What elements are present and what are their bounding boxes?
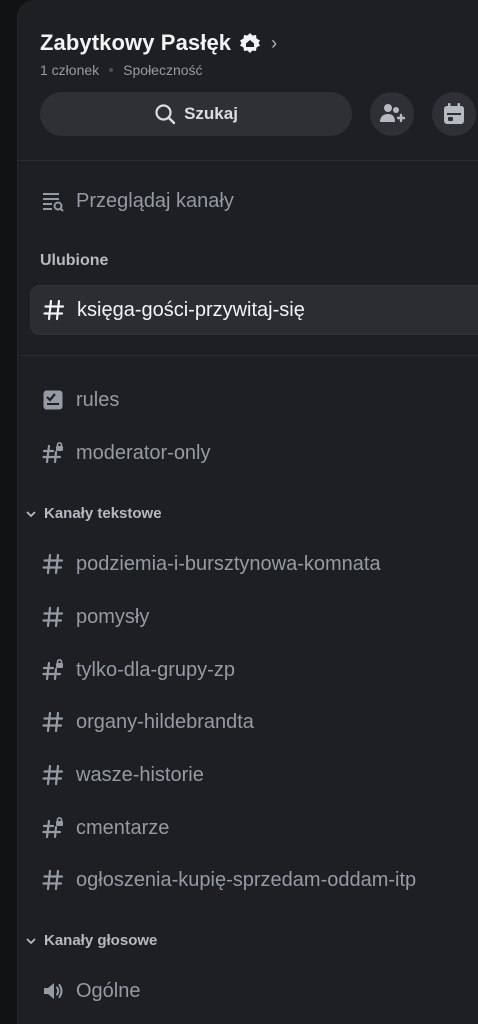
channel-ogolne-voice[interactable]: Ogólne <box>30 971 478 1011</box>
browse-channels[interactable]: Przeglądaj kanały <box>30 181 478 221</box>
channel-tylko-dla-grupy-zp[interactable]: tylko-dla-grupy-zp <box>30 650 478 690</box>
hash-icon <box>42 764 64 786</box>
hash-lock-icon <box>42 659 64 681</box>
browse-channels-icon <box>42 190 64 212</box>
category-text-channels[interactable]: Kanały tekstowe <box>24 505 162 522</box>
channel-name: organy-hildebrandta <box>76 710 254 733</box>
rules-icon <box>42 389 64 411</box>
add-member-icon <box>380 104 405 123</box>
hash-lock-icon <box>42 442 64 464</box>
search-label: Szukaj <box>184 104 238 123</box>
category-voice-channels[interactable]: Kanały głosowe <box>24 932 157 949</box>
chevron-down-icon <box>24 507 38 521</box>
channel-ogloszenia[interactable]: ogłoszenia-kupię-sprzedam-oddam-itp <box>30 860 478 900</box>
community-badge-icon <box>239 32 261 54</box>
events-button[interactable] <box>432 92 476 136</box>
channel-name: Ogólne <box>76 979 141 1002</box>
community-label: Społeczność <box>123 62 203 78</box>
chevron-down-icon <box>24 934 38 948</box>
favorites-heading: Ulubione <box>40 252 109 269</box>
calendar-icon <box>444 103 464 124</box>
channel-rules[interactable]: rules <box>30 380 478 420</box>
invite-members-button[interactable] <box>370 92 414 136</box>
search-icon <box>155 104 176 125</box>
member-count: 1 członek <box>40 62 100 78</box>
channel-ksiega-gosci[interactable]: księga-gości-przywitaj-się <box>30 285 478 335</box>
channel-name: tylko-dla-grupy-zp <box>76 658 235 681</box>
favorites-divider <box>18 355 478 356</box>
server-sidebar: Zabytkowy Pasłęk › 1 członek Społeczność… <box>17 0 478 1024</box>
channel-name: moderator-only <box>76 441 211 464</box>
search-button[interactable]: Szukaj <box>40 92 352 136</box>
server-header[interactable]: Zabytkowy Pasłęk › 1 członek Społeczność <box>40 28 478 78</box>
hash-icon <box>42 869 64 891</box>
separator-dot <box>109 68 114 72</box>
hash-icon <box>43 299 65 321</box>
header-divider <box>18 160 478 161</box>
channel-organy-hildebrandta[interactable]: organy-hildebrandta <box>30 702 478 742</box>
channel-name: podziemia-i-bursztynowa-komnata <box>76 552 381 575</box>
channel-name: pomysły <box>76 605 150 628</box>
hash-icon <box>42 711 64 733</box>
channel-moderator-only[interactable]: moderator-only <box>30 433 478 473</box>
server-name[interactable]: Zabytkowy Pasłęk <box>40 30 231 56</box>
hash-lock-icon <box>42 817 64 839</box>
channel-name: cmentarze <box>76 816 170 839</box>
channel-name: ogłoszenia-kupię-sprzedam-oddam-itp <box>76 868 417 891</box>
category-label: Kanały głosowe <box>44 932 158 949</box>
channel-name: rules <box>76 388 120 411</box>
chevron-right-icon: › <box>271 32 278 53</box>
browse-channels-label: Przeglądaj kanały <box>76 189 234 212</box>
channel-cmentarze[interactable]: cmentarze <box>30 808 478 848</box>
hash-icon <box>42 606 64 628</box>
category-label: Kanały tekstowe <box>44 505 162 522</box>
hash-icon <box>42 553 64 575</box>
channel-name: księga-gości-przywitaj-się <box>77 298 305 321</box>
speaker-icon <box>42 980 64 1002</box>
channel-wasze-historie[interactable]: wasze-historie <box>30 755 478 795</box>
channel-name: wasze-historie <box>76 763 204 786</box>
channel-podziemia[interactable]: podziemia-i-bursztynowa-komnata <box>30 544 478 584</box>
channel-pomysly[interactable]: pomysły <box>30 597 478 637</box>
